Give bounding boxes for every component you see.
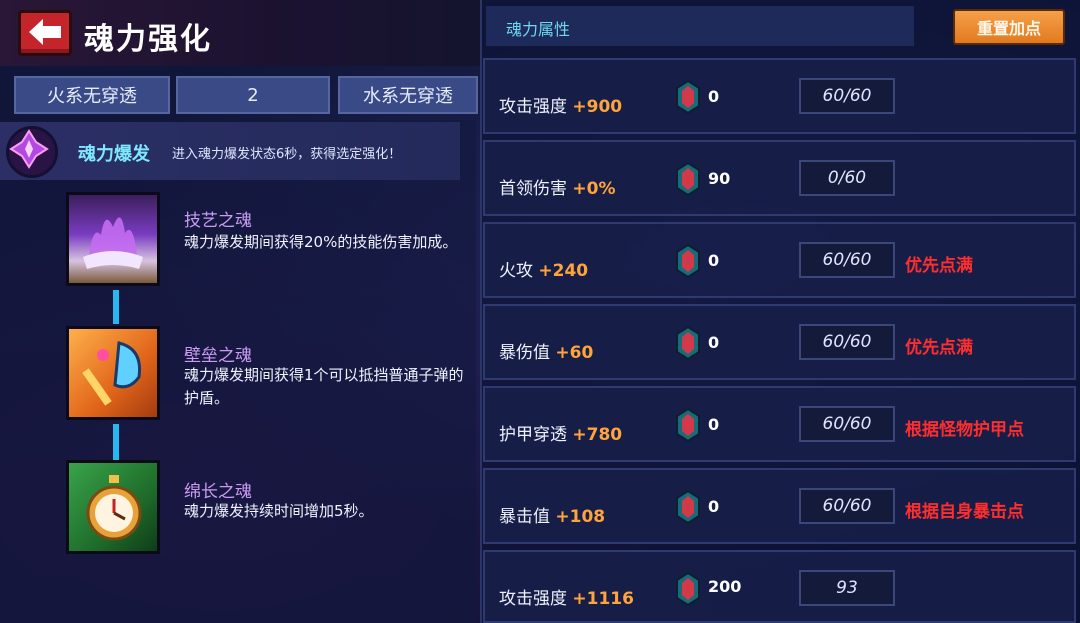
attribute-name: 攻击强度 +1116 <box>499 584 634 609</box>
attribute-bonus: +900 <box>572 97 623 117</box>
tab-count[interactable]: 2 <box>176 76 330 114</box>
burst-description: 进入魂力爆发状态6秒，获得选定强化！ <box>172 147 402 162</box>
level-value[interactable]: 60/60 <box>799 324 895 360</box>
attribute-row: 首领伤害 +0% 90 0/60 <box>483 140 1076 216</box>
level-value[interactable]: 60/60 <box>799 242 895 278</box>
attribute-label: 暴伤值 <box>499 343 550 363</box>
attribute-bonus: +240 <box>538 261 589 281</box>
skill-description: 魂力爆发期间获得1个可以抵挡普通子弹的护盾。 <box>184 366 464 407</box>
attribute-bonus: +60 <box>555 343 594 363</box>
skill-description: 魂力爆发期间获得20%的技能伤害加成。 <box>184 233 458 251</box>
back-arrow-icon <box>29 19 61 45</box>
header-bar <box>0 0 480 66</box>
page-title: 魂力强化 <box>84 22 212 57</box>
soul-gem-icon <box>676 572 700 606</box>
attribute-label: 攻击强度 <box>499 97 567 117</box>
shield-axe-skill-icon[interactable] <box>66 326 160 420</box>
attribute-name: 护甲穿透 +780 <box>499 420 622 445</box>
soul-gem-icon <box>676 80 700 114</box>
gem-count: 0 <box>708 333 720 352</box>
gem-count: 90 <box>708 169 731 188</box>
soul-gem-icon <box>676 244 700 278</box>
gem-count: 0 <box>708 87 720 106</box>
skill-description: 魂力爆发持续时间增加5秒。 <box>184 502 374 520</box>
reset-points-button[interactable]: 重置加点 <box>953 9 1065 45</box>
gem-count: 0 <box>708 251 720 270</box>
gem-count: 200 <box>708 577 742 596</box>
attribute-header-label: 魂力属性 <box>506 20 571 39</box>
attribute-bonus: +1116 <box>572 589 634 609</box>
level-value[interactable]: 0/60 <box>799 160 895 196</box>
gem-count: 0 <box>708 415 720 434</box>
skill-connector <box>113 424 119 460</box>
attribute-bonus: +0% <box>572 179 616 199</box>
tab-water[interactable]: 水系无穿透 <box>338 76 478 114</box>
skill-name: 绵长之魂 <box>184 482 252 502</box>
purple-flame-skill-icon[interactable] <box>66 192 160 286</box>
level-value[interactable]: 60/60 <box>799 488 895 524</box>
attribute-label: 火攻 <box>499 261 533 281</box>
attribute-label: 暴击值 <box>499 507 550 527</box>
soul-gem-icon <box>676 408 700 442</box>
attribute-name: 攻击强度 +900 <box>499 92 622 117</box>
level-value[interactable]: 60/60 <box>799 78 895 114</box>
soul-gem-icon <box>676 162 700 196</box>
attribute-label: 攻击强度 <box>499 589 567 609</box>
attribute-row: 攻击强度 +1116 200 93 <box>483 550 1076 623</box>
attribute-name: 暴击值 +108 <box>499 502 605 527</box>
skill-name: 技艺之魂 <box>184 211 252 231</box>
burst-title: 魂力爆发 <box>78 144 150 165</box>
attribute-bonus: +108 <box>555 507 606 527</box>
attribute-name: 火攻 +240 <box>499 256 588 281</box>
gem-count: 0 <box>708 497 720 516</box>
attribute-row: 护甲穿透 +780 0 60/60 根据怪物护甲点 <box>483 386 1076 462</box>
stopwatch-skill-icon[interactable] <box>66 460 160 554</box>
priority-note: 优先点满 <box>905 338 973 358</box>
attribute-row: 暴伤值 +60 0 60/60 优先点满 <box>483 304 1076 380</box>
attribute-row: 暴击值 +108 0 60/60 根据自身暴击点 <box>483 468 1076 544</box>
skill-connector <box>113 290 119 324</box>
attribute-name: 首领伤害 +0% <box>499 174 616 199</box>
level-value[interactable]: 60/60 <box>799 406 895 442</box>
priority-note: 根据自身暴击点 <box>905 502 1024 522</box>
attribute-name: 暴伤值 +60 <box>499 338 593 363</box>
tab-fire[interactable]: 火系无穿透 <box>14 76 170 114</box>
attribute-row: 火攻 +240 0 60/60 优先点满 <box>483 222 1076 298</box>
skill-name: 壁垒之魂 <box>184 346 252 366</box>
back-button[interactable] <box>18 10 72 56</box>
level-value[interactable]: 93 <box>799 570 895 606</box>
soul-gem-icon <box>676 326 700 360</box>
soul-gem-icon <box>676 490 700 524</box>
attribute-bonus: +780 <box>572 425 623 445</box>
priority-note: 根据怪物护甲点 <box>905 420 1024 440</box>
attribute-label: 首领伤害 <box>499 179 567 199</box>
priority-note: 优先点满 <box>905 256 973 276</box>
attribute-row: 攻击强度 +900 0 60/60 <box>483 58 1076 134</box>
soul-burst-icon <box>6 126 58 178</box>
attribute-label: 护甲穿透 <box>499 425 567 445</box>
